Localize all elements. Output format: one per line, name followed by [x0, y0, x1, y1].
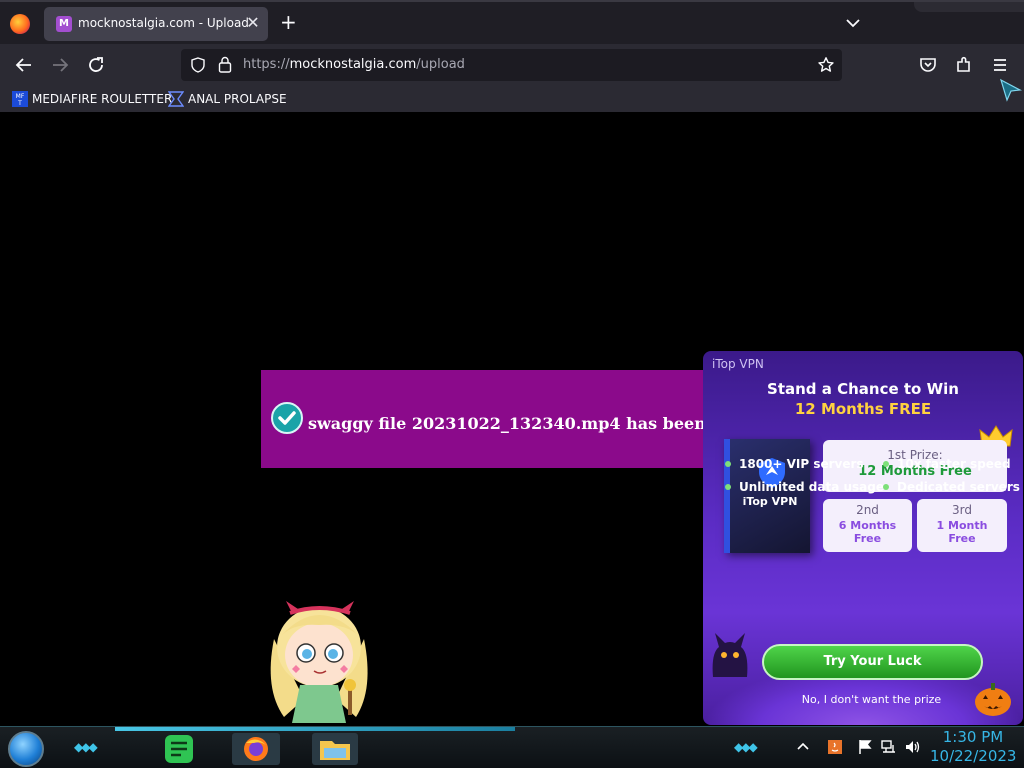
- svg-text:T: T: [17, 100, 22, 107]
- bookmark-icon: [168, 91, 184, 107]
- network-icon[interactable]: [880, 738, 898, 756]
- upload-success-banner: swaggy file 20231022_132340.mp4 has been…: [261, 370, 706, 468]
- clock-time[interactable]: 1:30 PM: [930, 728, 1016, 746]
- try-your-luck-button[interactable]: Try Your Luck: [762, 644, 983, 680]
- feature-item: 10x faster speed: [883, 457, 1011, 471]
- navigation-toolbar: https://mocknostalgia.com/upload: [0, 44, 1024, 86]
- url-host: mocknostalgia.com: [289, 57, 417, 72]
- ad-brand: iTop VPN: [712, 357, 764, 371]
- firefox-taskbar-icon[interactable]: [232, 733, 280, 765]
- tab-close-icon[interactable]: ✕: [244, 14, 262, 32]
- checkmark-icon: [271, 402, 303, 434]
- feature-item: 1800+ VIP servers: [725, 457, 864, 471]
- chevron-down-icon[interactable]: [844, 14, 862, 32]
- url-text[interactable]: https://mocknostalgia.com/upload: [243, 57, 465, 72]
- prize-value: 1 Month Free: [936, 519, 988, 545]
- bookmark-star-icon[interactable]: [817, 56, 835, 74]
- vpn-ad-popup[interactable]: iTop VPN Stand a Chance to Win 12 Months…: [703, 351, 1023, 725]
- screen: M mocknostalgia.com - Upload ✕ + https:/…: [0, 0, 1024, 768]
- volume-icon[interactable]: [904, 738, 922, 756]
- start-orb-icon[interactable]: [8, 731, 44, 767]
- tab-active[interactable]: M mocknostalgia.com - Upload ✕: [44, 7, 268, 41]
- pocket-icon[interactable]: [916, 53, 940, 77]
- bookmark-mediafire-rouletter[interactable]: MF T MEDIAFIRE ROULETTER: [12, 90, 172, 108]
- pumpkin-icon: [975, 683, 1011, 716]
- lock-icon[interactable]: [217, 56, 233, 73]
- bookmark-label: ANAL PROLAPSE: [188, 92, 287, 106]
- titlebar-decoration: [914, 2, 1024, 12]
- ad-headline-highlight: 12 Months FREE: [794, 400, 932, 418]
- prize-third: 3rd 1 Month Free: [917, 499, 1007, 552]
- taskbar-accent-line: [115, 727, 515, 731]
- taskbar: ◆◆◆ ◆◆◆ 1:30 PM 10/22/2023: [0, 726, 1024, 768]
- tracking-shield-icon[interactable]: [190, 57, 206, 73]
- file-explorer-icon[interactable]: [312, 733, 358, 765]
- cursor-arrow-icon: [1000, 78, 1023, 102]
- prize-second: 2nd 6 Months Free: [823, 499, 912, 552]
- product-box-label: iTop VPN: [742, 495, 798, 508]
- bookmark-label: MEDIAFIRE ROULETTER: [32, 92, 173, 106]
- new-tab-button[interactable]: +: [280, 12, 297, 32]
- firefox-view-icon[interactable]: [10, 14, 30, 34]
- bullet-dot-icon: [725, 461, 731, 467]
- feature-label: 10x faster speed: [897, 457, 1011, 471]
- reload-icon[interactable]: [84, 53, 108, 77]
- chevron-decoration-icon: ◆◆◆: [74, 740, 98, 754]
- tab-strip: M mocknostalgia.com - Upload ✕ +: [0, 0, 1024, 44]
- feature-item: Dedicated servers: [883, 480, 1020, 494]
- feature-item: Unlimited data usage: [725, 480, 884, 494]
- chevron-decoration-icon: ◆◆◆: [734, 740, 758, 754]
- prize-value: 6 Months Free: [838, 519, 897, 545]
- show-hidden-icons-icon[interactable]: [794, 738, 812, 756]
- bullet-dot-icon: [883, 484, 889, 490]
- bullet-dot-icon: [883, 461, 889, 467]
- url-scheme: https://: [243, 57, 290, 72]
- url-path: /upload: [416, 57, 465, 72]
- mft-icon: MF T: [12, 91, 28, 107]
- flag-icon[interactable]: [856, 738, 874, 756]
- cartoon-girl-mascot: [270, 601, 368, 723]
- extensions-icon[interactable]: [952, 53, 976, 77]
- site-favicon-icon: M: [56, 16, 72, 32]
- tab-title: mocknostalgia.com - Upload: [78, 16, 249, 30]
- clock-date[interactable]: 10/22/2023: [930, 747, 1016, 765]
- upload-success-message: swaggy file 20231022_132340.mp4 has been…: [308, 414, 706, 433]
- bullet-dot-icon: [725, 484, 731, 490]
- bookmarks-toolbar: MF T MEDIAFIRE ROULETTER ANAL PROLAPSE: [0, 78, 1024, 112]
- svg-text:MF: MF: [16, 93, 25, 100]
- java-tray-icon[interactable]: [826, 738, 844, 756]
- address-bar[interactable]: https://mocknostalgia.com/upload: [181, 49, 842, 81]
- prize-label: 3rd: [952, 503, 972, 517]
- prize-label: 2nd: [856, 503, 879, 517]
- feature-label: Dedicated servers: [897, 480, 1020, 494]
- bookmark-second[interactable]: ANAL PROLAPSE: [168, 90, 287, 108]
- notes-app-icon[interactable]: [162, 733, 196, 765]
- feature-label: 1800+ VIP servers: [739, 457, 864, 471]
- feature-label: Unlimited data usage: [739, 480, 884, 494]
- black-cat-icon: [712, 633, 748, 677]
- back-arrow-icon[interactable]: [12, 53, 36, 77]
- page-content: swaggy file 20231022_132340.mp4 has been…: [0, 112, 1024, 726]
- hamburger-menu-icon[interactable]: [988, 53, 1012, 77]
- forward-arrow-icon[interactable]: [48, 53, 72, 77]
- ad-headline: Stand a Chance to Win: [767, 380, 959, 398]
